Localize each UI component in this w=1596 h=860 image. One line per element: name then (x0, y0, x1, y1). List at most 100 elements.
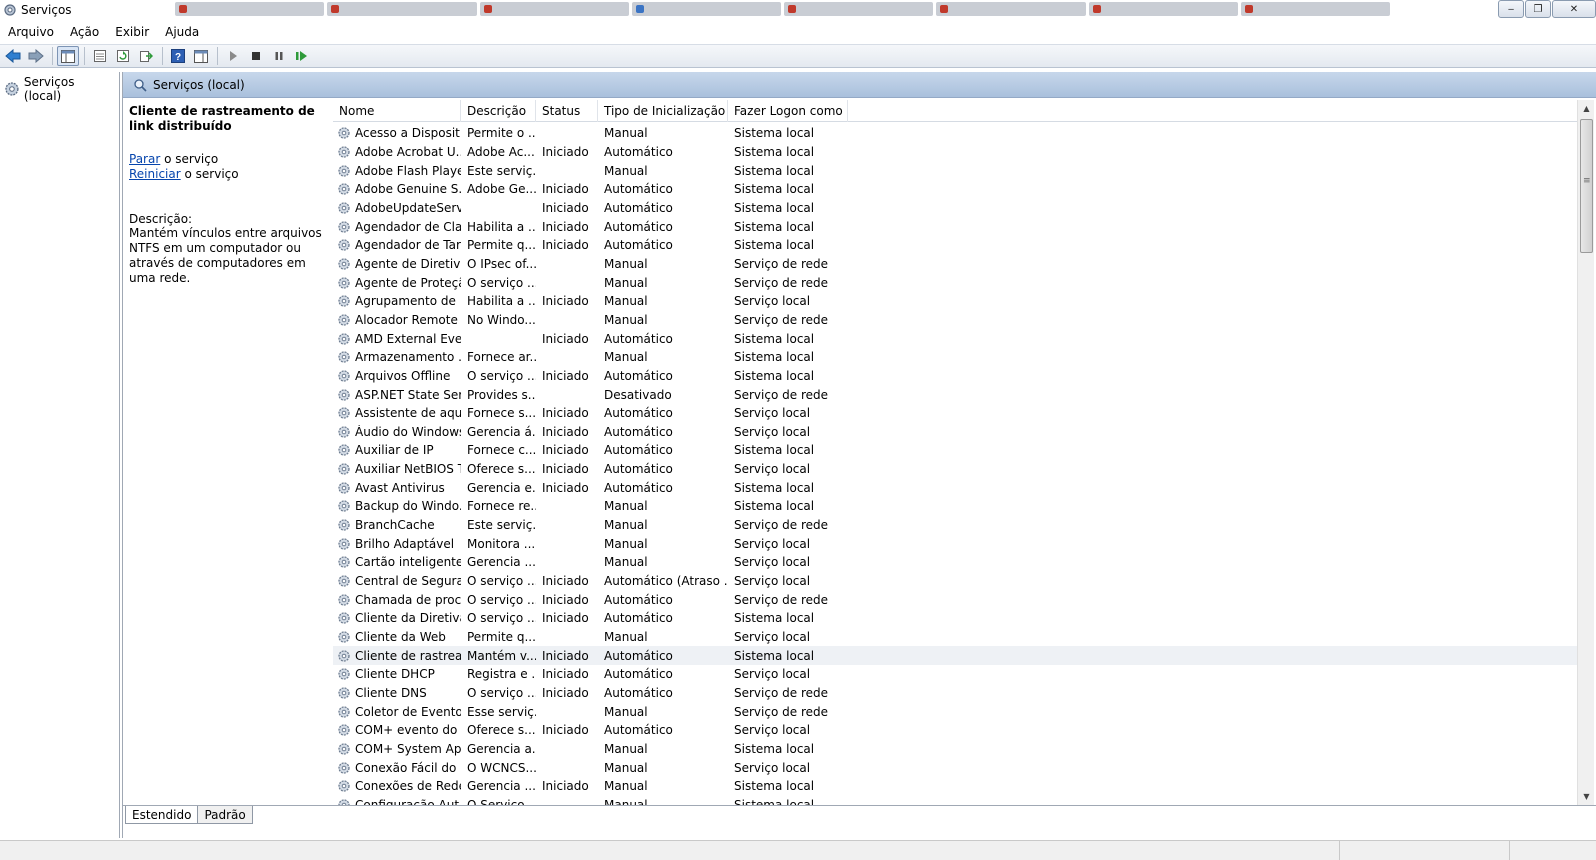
search-magnifier-icon (134, 78, 147, 92)
table-row[interactable]: Áudio do Windows Gerencia á... Iniciado Aut… (333, 423, 1577, 442)
service-name-cell: Assistente de aqui... (333, 406, 461, 420)
tab-estendido[interactable]: Estendido (125, 806, 199, 824)
service-gear-icon (338, 407, 350, 419)
service-startup-type: Manual (604, 760, 648, 775)
service-description: Este serviç... (467, 518, 536, 533)
column-header-nome[interactable]: ^ Nome (333, 100, 461, 122)
table-row[interactable]: Avast Antivirus Gerencia e... Iniciado Auto… (333, 478, 1577, 497)
table-header: ^ Nome Descrição Status Tipo de Inicializ… (333, 100, 1577, 122)
column-header-status[interactable]: Status (536, 100, 598, 122)
table-row[interactable]: Assistente de aqui... Fornece s... Iniciad… (333, 404, 1577, 423)
service-status: Iniciado (542, 648, 589, 663)
refresh-button[interactable] (112, 46, 134, 66)
start-service-button[interactable] (222, 46, 244, 66)
table-row[interactable]: Agendador de Tar... Permite q... Iniciado A… (333, 236, 1577, 255)
table-row[interactable]: Adobe Acrobat U... Adobe Ac... Iniciado Aut… (333, 143, 1577, 162)
show-hide-console-tree-button[interactable] (57, 46, 79, 66)
console-tree-icon (61, 49, 75, 63)
maximize-button[interactable]: ❐ (1525, 0, 1551, 18)
table-row[interactable]: Cliente DNS O serviço ... Iniciado Automáti… (333, 684, 1577, 703)
table-row[interactable]: Conexão Fácil do ... O WCNCS... Manual Serv… (333, 758, 1577, 777)
table-row[interactable]: Configuração Aut... O Serviço ... Manual Si… (333, 796, 1577, 805)
table-row[interactable]: BranchCache Este serviç... Manual Serviço d… (333, 516, 1577, 535)
pause-service-button[interactable] (268, 46, 290, 66)
table-row[interactable]: Adobe Genuine S... Adobe Ge... Iniciado Aut… (333, 180, 1577, 199)
table-row[interactable]: Auxiliar NetBIOS T... Oferece s... Iniciad… (333, 460, 1577, 479)
menu-exibir[interactable]: Exibir (107, 25, 157, 39)
table-row[interactable]: Cartão inteligente Gerencia ... Manual Serv… (333, 553, 1577, 572)
table-row[interactable]: Acesso a Dispositi... Permite o ... Manual… (333, 124, 1577, 143)
service-description: Esse serviç... (467, 704, 536, 719)
vertical-scrollbar[interactable]: ▲ ▼ (1577, 100, 1594, 805)
table-row[interactable]: Cliente da Diretiva... O serviço ... Inici… (333, 609, 1577, 628)
forward-button[interactable] (25, 46, 47, 66)
properties-button[interactable] (89, 46, 111, 66)
help-button[interactable]: ? (167, 46, 189, 66)
service-name: Cartão inteligente (355, 555, 461, 570)
back-button[interactable] (2, 46, 24, 66)
table-row[interactable]: Cliente DHCP Registra e ... Iniciado Automá… (333, 665, 1577, 684)
table-row[interactable]: AdobeUpdateServ... Iniciado Automático Sist… (333, 199, 1577, 218)
service-description: Provides s... (467, 387, 536, 402)
menu-ajuda[interactable]: Ajuda (157, 25, 207, 39)
scroll-up-arrow-icon[interactable]: ▲ (1578, 100, 1595, 117)
table-row[interactable]: Auxiliar de IP Fornece c... Iniciado Automá… (333, 441, 1577, 460)
table-row[interactable]: Agente de Proteçã... O serviço ... Manual S… (333, 273, 1577, 292)
table-row[interactable]: Backup do Windo... Fornece re... Manual Sis… (333, 497, 1577, 516)
scroll-down-arrow-icon[interactable]: ▼ (1578, 788, 1595, 805)
column-header-fazer-logon[interactable]: Fazer Logon como (728, 100, 848, 122)
stop-service-button[interactable] (245, 46, 267, 66)
service-logon-as: Serviço local (734, 462, 811, 477)
service-startup-type: Automático (604, 331, 673, 346)
table-row[interactable]: Agendador de Cla... Habilita a ... Iniciad… (333, 217, 1577, 236)
table-row[interactable]: Central de Segura... O serviço ... Iniciad… (333, 572, 1577, 591)
table-row[interactable]: AMD External Eve... Iniciado Automático Sis… (333, 329, 1577, 348)
stop-service-link[interactable]: Parar (129, 152, 160, 166)
service-logon-as: Sistema local (734, 741, 815, 756)
table-row[interactable]: Agente de Diretiva... O IPsec of... Manual… (333, 255, 1577, 274)
table-row[interactable]: Adobe Flash Playe... Este serviç... Manual… (333, 161, 1577, 180)
table-row[interactable]: Coletor de Evento... Esse serviç... Manual… (333, 702, 1577, 721)
close-button[interactable]: ✕ (1552, 0, 1596, 18)
table-row[interactable]: Chamada de proc... O serviço ... Iniciado A… (333, 590, 1577, 609)
show-hide-action-pane-button[interactable] (190, 46, 212, 66)
table-row[interactable]: Brilho Adaptável Monitora ... Manual Serviç… (333, 534, 1577, 553)
service-gear-icon (338, 183, 350, 195)
service-name-cell: Conexões de Rede (333, 779, 461, 793)
minimize-button[interactable]: ‒ (1498, 0, 1524, 18)
export-list-button[interactable] (135, 46, 157, 66)
service-status: Iniciado (542, 238, 589, 253)
table-row[interactable]: Arquivos Offline O serviço ... Iniciado Aut… (333, 367, 1577, 386)
service-startup-type: Manual (604, 126, 648, 141)
table-row[interactable]: Cliente de rastrea... Mantém v... Iniciado… (333, 646, 1577, 666)
table-row[interactable]: Agrupamento de ... Habilita a ... Iniciado… (333, 292, 1577, 311)
service-logon-as: Sistema local (734, 797, 815, 805)
service-logon-as: Sistema local (734, 611, 815, 626)
service-startup-type: Automático (604, 200, 673, 215)
tree-node-services-local[interactable]: Serviços (local) (0, 72, 119, 106)
table-row[interactable]: COM+ evento do ... Oferece s... Iniciado Au… (333, 721, 1577, 740)
table-row[interactable]: Alocador Remote ... No Windo... Manual Serv… (333, 311, 1577, 330)
table-row[interactable]: Armazenamento ... Fornece ar... Manual Sist… (333, 348, 1577, 367)
tab-padrao[interactable]: Padrão (197, 806, 253, 824)
pause-icon (275, 52, 283, 60)
service-name-cell: Agendador de Cla... (333, 220, 461, 234)
restart-service-link[interactable]: Reiniciar (129, 167, 181, 181)
table-row[interactable]: Cliente da Web Permite q... Manual Serviço … (333, 628, 1577, 647)
service-status: Iniciado (542, 406, 589, 421)
service-logon-as: Sistema local (734, 368, 815, 383)
column-header-descricao[interactable]: Descrição (461, 100, 536, 122)
scrollbar-thumb[interactable] (1580, 119, 1593, 253)
menu-arquivo[interactable]: Arquivo (0, 25, 62, 39)
service-gear-icon (338, 370, 350, 382)
table-row[interactable]: ASP.NET State Ser... Provides s... Desativ… (333, 385, 1577, 404)
restart-service-button[interactable] (291, 46, 313, 66)
service-startup-type: Manual (604, 741, 648, 756)
service-description: O WCNCS... (467, 760, 536, 775)
service-logon-as: Serviço de rede (734, 704, 828, 719)
menu-acao[interactable]: Ação (62, 25, 107, 39)
table-row[interactable]: COM+ System Ap... Gerencia a... Manual Sist… (333, 740, 1577, 759)
table-row[interactable]: Conexões de Rede Gerencia ... Iniciado Manu… (333, 777, 1577, 796)
service-startup-type: Manual (604, 275, 648, 290)
column-header-tipo-inicializacao[interactable]: Tipo de Inicialização (598, 100, 728, 122)
